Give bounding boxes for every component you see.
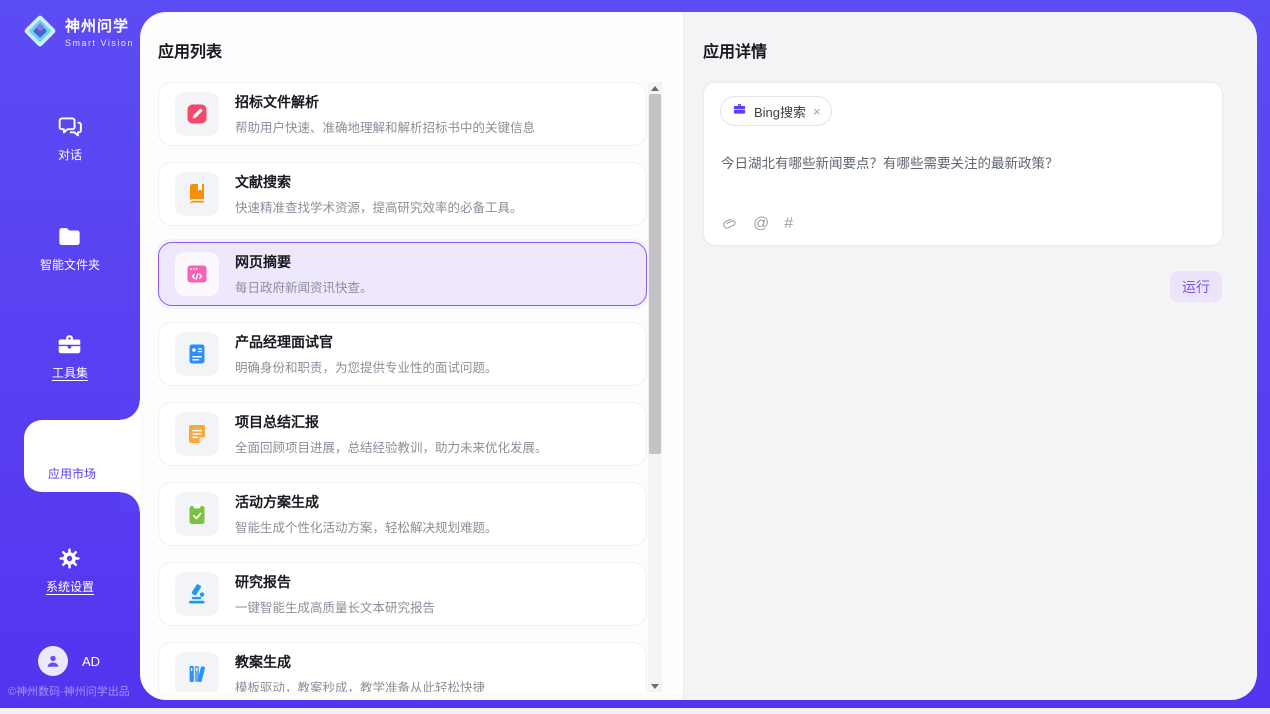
browser-code-icon (175, 252, 219, 296)
gear-icon (56, 545, 83, 572)
resume-icon (175, 332, 219, 376)
brand-diamond-icon (22, 13, 58, 49)
app-card-title: 活动方案生成 (235, 492, 498, 512)
sidebar-item-toolset[interactable]: 工具集 (0, 324, 140, 388)
user-account[interactable]: AD (38, 646, 100, 676)
tool-chip-label: Bing搜索 (754, 102, 806, 121)
copyright-footer: ©神州数码·神州问学出品 (8, 683, 140, 699)
app-card-event-plan[interactable]: 活动方案生成 智能生成个性化活动方案，轻松解决规划难题。 (158, 482, 647, 546)
app-detail-pane: 应用详情 Bing搜索 × 今日 (683, 12, 1257, 700)
sidebar-item-label: 对话 (58, 146, 82, 163)
app-card-desc: 每日政府新闻资讯快查。 (235, 277, 373, 296)
app-card-list: 招标文件解析 帮助用户快速、准确地理解和解析招标书中的关键信息 文献搜索 (158, 82, 647, 692)
brand-logo: 神州问学 Smart Vision (22, 13, 134, 49)
briefcase-icon (732, 101, 747, 121)
sidebar-item-app-market[interactable]: 应用市场 (24, 420, 140, 492)
app-card-title: 项目总结汇报 (235, 412, 548, 432)
app-list-title: 应用列表 (158, 38, 222, 62)
query-composer[interactable]: Bing搜索 × 今日湖北有哪些新闻要点？有哪些需要关注的最新政策？ @ # (703, 82, 1223, 246)
microscope-icon (175, 572, 219, 616)
app-card-title: 研究报告 (235, 572, 435, 592)
sidebar-item-smart-folder[interactable]: 智能文件夹 (0, 216, 140, 280)
app-card-research-report[interactable]: 研究报告 一键智能生成高质量长文本研究报告 (158, 562, 647, 626)
app-card-lesson-plan[interactable]: 教案生成 模板驱动，教案秒成，教学准备从此轻松快捷 (158, 642, 647, 692)
sticky-note-icon (175, 412, 219, 456)
brand-subtitle: Smart Vision (65, 38, 134, 48)
sidebar-item-label: 应用市场 (48, 465, 96, 482)
tool-chip-bing-search[interactable]: Bing搜索 × (720, 96, 832, 126)
scrollbar-thumb[interactable] (649, 94, 661, 454)
app-card-desc: 快速精准查找学术资源，提高研究效率的必备工具。 (235, 197, 523, 216)
scroll-up-icon[interactable] (648, 82, 662, 94)
app-card-title: 招标文件解析 (235, 92, 535, 112)
close-icon[interactable]: × (813, 105, 821, 118)
app-card-literature-search[interactable]: 文献搜索 快速精准查找学术资源，提高研究效率的必备工具。 (158, 162, 647, 226)
sidebar-item-label: 工具集 (52, 364, 88, 381)
scroll-down-icon[interactable] (648, 680, 662, 692)
sidebar-item-chat[interactable]: 对话 (0, 106, 140, 170)
app-window: 神州问学 Smart Vision 对话 (0, 0, 1270, 714)
sidebar-item-settings[interactable]: 系统设置 (0, 538, 140, 602)
app-list-pane: 应用列表 招标文件解析 帮助用户快速、准确地理解和解析招标书中的关键信息 (140, 12, 683, 700)
attachment-icon[interactable] (721, 216, 738, 233)
app-detail-title: 应用详情 (703, 38, 767, 62)
app-card-title: 网页摘要 (235, 252, 373, 272)
app-card-title: 产品经理面试官 (235, 332, 498, 352)
run-button[interactable]: 运行 (1170, 271, 1222, 302)
sidebar: 神州问学 Smart Vision 对话 (0, 0, 140, 708)
app-card-desc: 明确身份和职责，为您提供专业性的面试问题。 (235, 357, 498, 376)
brand-name: 神州问学 (65, 15, 134, 36)
window-bottom-edge (0, 708, 1270, 714)
list-scrollbar[interactable] (648, 82, 662, 692)
edit-square-icon (175, 92, 219, 136)
app-card-web-summary[interactable]: 网页摘要 每日政府新闻资讯快查。 (158, 242, 647, 306)
app-card-desc: 全面回顾项目进展，总结经验教训，助力未来优化发展。 (235, 437, 548, 456)
app-card-desc: 智能生成个性化活动方案，轻松解决规划难题。 (235, 517, 498, 536)
app-card-bid-analysis[interactable]: 招标文件解析 帮助用户快速、准确地理解和解析招标书中的关键信息 (158, 82, 647, 146)
sidebar-item-label: 智能文件夹 (40, 256, 100, 273)
app-card-title: 文献搜索 (235, 172, 523, 192)
book-icon (175, 172, 219, 216)
user-name: AD (82, 654, 100, 669)
app-card-desc: 模板驱动，教案秒成，教学准备从此轻松快捷 (235, 677, 485, 692)
cube-icon (58, 431, 86, 459)
composer-toolbar: @ # (721, 215, 793, 233)
avatar[interactable] (38, 646, 68, 676)
app-card-title: 教案生成 (235, 652, 485, 672)
app-card-project-report[interactable]: 项目总结汇报 全面回顾项目进展，总结经验教训，助力未来优化发展。 (158, 402, 647, 466)
toolbox-icon (56, 331, 83, 358)
app-card-pm-interviewer[interactable]: 产品经理面试官 明确身份和职责，为您提供专业性的面试问题。 (158, 322, 647, 386)
query-text[interactable]: 今日湖北有哪些新闻要点？有哪些需要关注的最新政策？ (721, 152, 1201, 172)
app-card-desc: 一键智能生成高质量长文本研究报告 (235, 597, 435, 616)
chat-icon (57, 113, 84, 140)
books-icon (175, 652, 219, 692)
app-card-desc: 帮助用户快速、准确地理解和解析招标书中的关键信息 (235, 117, 535, 136)
sidebar-item-label: 系统设置 (46, 578, 94, 595)
clipboard-check-icon (175, 492, 219, 536)
folder-icon (56, 223, 83, 250)
content-panel: 应用列表 招标文件解析 帮助用户快速、准确地理解和解析招标书中的关键信息 (140, 12, 1257, 700)
hashtag-icon[interactable]: # (784, 215, 793, 233)
mention-icon[interactable]: @ (753, 215, 769, 233)
